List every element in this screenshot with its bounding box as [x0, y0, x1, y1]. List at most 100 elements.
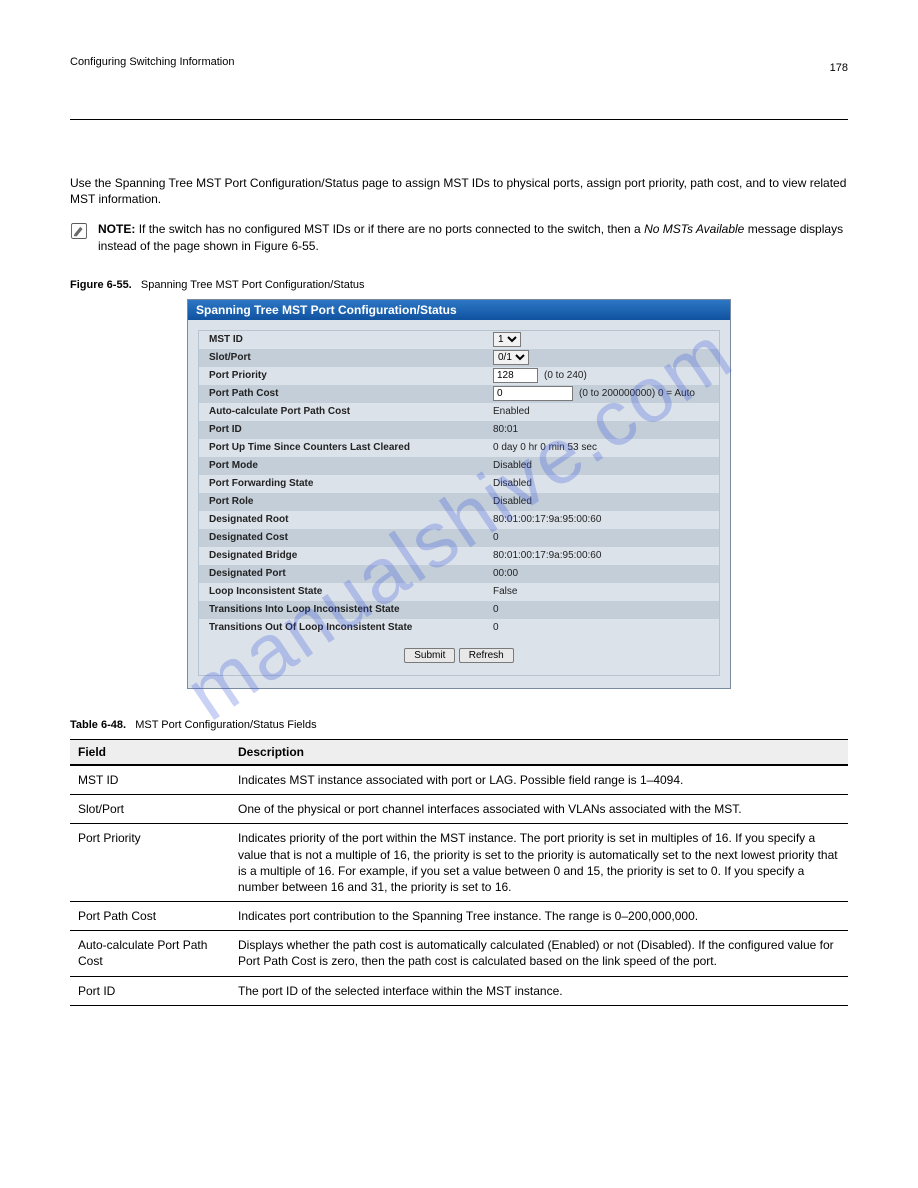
form-row: Auto-calculate Port Path Cost Enabled: [199, 403, 719, 421]
readonly-value: Disabled: [493, 460, 532, 471]
form-label: Transitions Out Of Loop Inconsistent Sta…: [199, 621, 489, 634]
cell-field: Port ID: [70, 976, 230, 1005]
form-row: Port Mode Disabled: [199, 457, 719, 475]
readonly-value: 80:01:00:17:9a:95:00:60: [493, 550, 601, 561]
form-row: Designated Port00:00: [199, 565, 719, 583]
table-caption: Table 6-48. MST Port Configuration/Statu…: [70, 719, 848, 731]
cell-desc: Indicates MST instance associated with p…: [230, 765, 848, 795]
readonly-value: False: [493, 586, 517, 597]
cell-field: Auto-calculate Port Path Cost: [70, 931, 230, 976]
form-label: Transitions Into Loop Inconsistent State: [199, 603, 489, 616]
table-number: Table 6-48.: [70, 719, 126, 731]
form-control: 1: [489, 332, 719, 347]
cell-field: Port Path Cost: [70, 902, 230, 931]
readonly-value: 80:01: [493, 424, 518, 435]
cell-field: Slot/Port: [70, 795, 230, 824]
readonly-value: 80:01:00:17:9a:95:00:60: [493, 514, 601, 525]
text-input[interactable]: [493, 368, 538, 383]
hint-text: (0 to 200000000) 0 = Auto: [579, 388, 695, 399]
form-row: Designated Cost 0: [199, 529, 719, 547]
form-label: Port ID: [199, 423, 489, 436]
form-label: Auto-calculate Port Path Cost: [199, 405, 489, 418]
page-section: Configuring Switching Information: [70, 56, 848, 68]
figure-caption: Figure 6-55. Spanning Tree MST Port Conf…: [70, 279, 848, 291]
form-label: Port Forwarding State: [199, 477, 489, 490]
form-label: Designated Bridge: [199, 549, 489, 562]
form-control: Disabled: [489, 496, 719, 507]
select[interactable]: 1: [493, 332, 521, 347]
form-control: (0 to 200000000) 0 = Auto: [489, 386, 719, 401]
figure-title: Spanning Tree MST Port Configuration/Sta…: [141, 279, 365, 291]
form-control: 0: [489, 622, 719, 633]
header-rule: [70, 119, 848, 120]
form-control: 80:01: [489, 424, 719, 435]
form-control: Disabled: [489, 478, 719, 489]
page-number: 178: [830, 62, 848, 74]
readonly-value: 0: [493, 622, 499, 633]
form-row: Port Path Cost (0 to 200000000) 0 = Auto: [199, 385, 719, 403]
form-label: MST ID: [199, 333, 489, 346]
form-control: 80:01:00:17:9a:95:00:60: [489, 514, 719, 525]
form-label: Port Path Cost: [199, 387, 489, 400]
form-row: MST ID 1: [199, 331, 719, 349]
page-header: 178 Configuring Switching Information: [70, 56, 848, 120]
note-label: NOTE:: [98, 222, 135, 236]
readonly-value: Enabled: [493, 406, 530, 417]
select[interactable]: 0/1: [493, 350, 529, 365]
readonly-value: 0 day 0 hr 0 min 53 sec: [493, 442, 597, 453]
submit-button[interactable]: Submit: [404, 648, 455, 663]
table-title: MST Port Configuration/Status Fields: [135, 719, 316, 731]
col-field: Field: [70, 739, 230, 765]
panel-title: Spanning Tree MST Port Configuration/Sta…: [188, 300, 730, 320]
note-italic: No MSTs Available: [644, 222, 744, 236]
col-desc: Description: [230, 739, 848, 765]
form-control: 0/1: [489, 350, 719, 365]
cell-desc: One of the physical or port channel inte…: [230, 795, 848, 824]
readonly-value: 0: [493, 604, 499, 615]
table-row: Port IDThe port ID of the selected inter…: [70, 976, 848, 1005]
readonly-value: Disabled: [493, 496, 532, 507]
readonly-value: Disabled: [493, 478, 532, 489]
table-row: MST IDIndicates MST instance associated …: [70, 765, 848, 795]
form-row: Port ID 80:01: [199, 421, 719, 439]
table-row: Port PriorityIndicates priority of the p…: [70, 824, 848, 902]
form-control: Enabled: [489, 406, 719, 417]
form-row: Designated Bridge 80:01:00:17:9a:95:00:60: [199, 547, 719, 565]
figure-panel: Spanning Tree MST Port Configuration/Sta…: [187, 299, 731, 689]
note-icon: [70, 222, 88, 240]
note-block: NOTE: If the switch has no configured MS…: [70, 221, 848, 255]
form-row: Port Up Time Since Counters Last Cleared…: [199, 439, 719, 457]
form-row: Transitions Out Of Loop Inconsistent Sta…: [199, 619, 719, 637]
form-control: 0: [489, 604, 719, 615]
form-row: Transitions Into Loop Inconsistent State…: [199, 601, 719, 619]
form-row: Loop Inconsistent State False: [199, 583, 719, 601]
form-label: Loop Inconsistent State: [199, 585, 489, 598]
form-row: Port Forwarding State Disabled: [199, 475, 719, 493]
cell-desc: The port ID of the selected interface wi…: [230, 976, 848, 1005]
form-label: Port Mode: [199, 459, 489, 472]
note-text: NOTE: If the switch has no configured MS…: [98, 221, 848, 255]
cell-field: MST ID: [70, 765, 230, 795]
form-control: False: [489, 586, 719, 597]
form-control: 0 day 0 hr 0 min 53 sec: [489, 442, 719, 453]
table-row: Port Path CostIndicates port contributio…: [70, 902, 848, 931]
form-label: Port Up Time Since Counters Last Cleared: [199, 441, 489, 454]
text-input[interactable]: [493, 386, 573, 401]
cell-field: Port Priority: [70, 824, 230, 902]
field-table: Field Description MST IDIndicates MST in…: [70, 739, 848, 1006]
readonly-value: 0: [493, 532, 499, 543]
cell-desc: Indicates port contribution to the Spann…: [230, 902, 848, 931]
form-row: Port Priority(0 to 240): [199, 367, 719, 385]
refresh-button[interactable]: Refresh: [459, 648, 514, 663]
form-label: Designated Root: [199, 513, 489, 526]
form-label: Designated Port: [199, 567, 489, 580]
form-row: Port RoleDisabled: [199, 493, 719, 511]
form-row: Slot/Port0/1: [199, 349, 719, 367]
form-rows: MST ID 1 Slot/Port0/1Port Priority(0 to 24…: [199, 331, 719, 637]
form-label: Designated Cost: [199, 531, 489, 544]
form-row: Designated Root 80:01:00:17:9a:95:00:60: [199, 511, 719, 529]
form-control: Disabled: [489, 460, 719, 471]
form-control: 00:00: [489, 568, 719, 579]
form-control: (0 to 240): [489, 368, 719, 383]
table-row: Slot/PortOne of the physical or port cha…: [70, 795, 848, 824]
